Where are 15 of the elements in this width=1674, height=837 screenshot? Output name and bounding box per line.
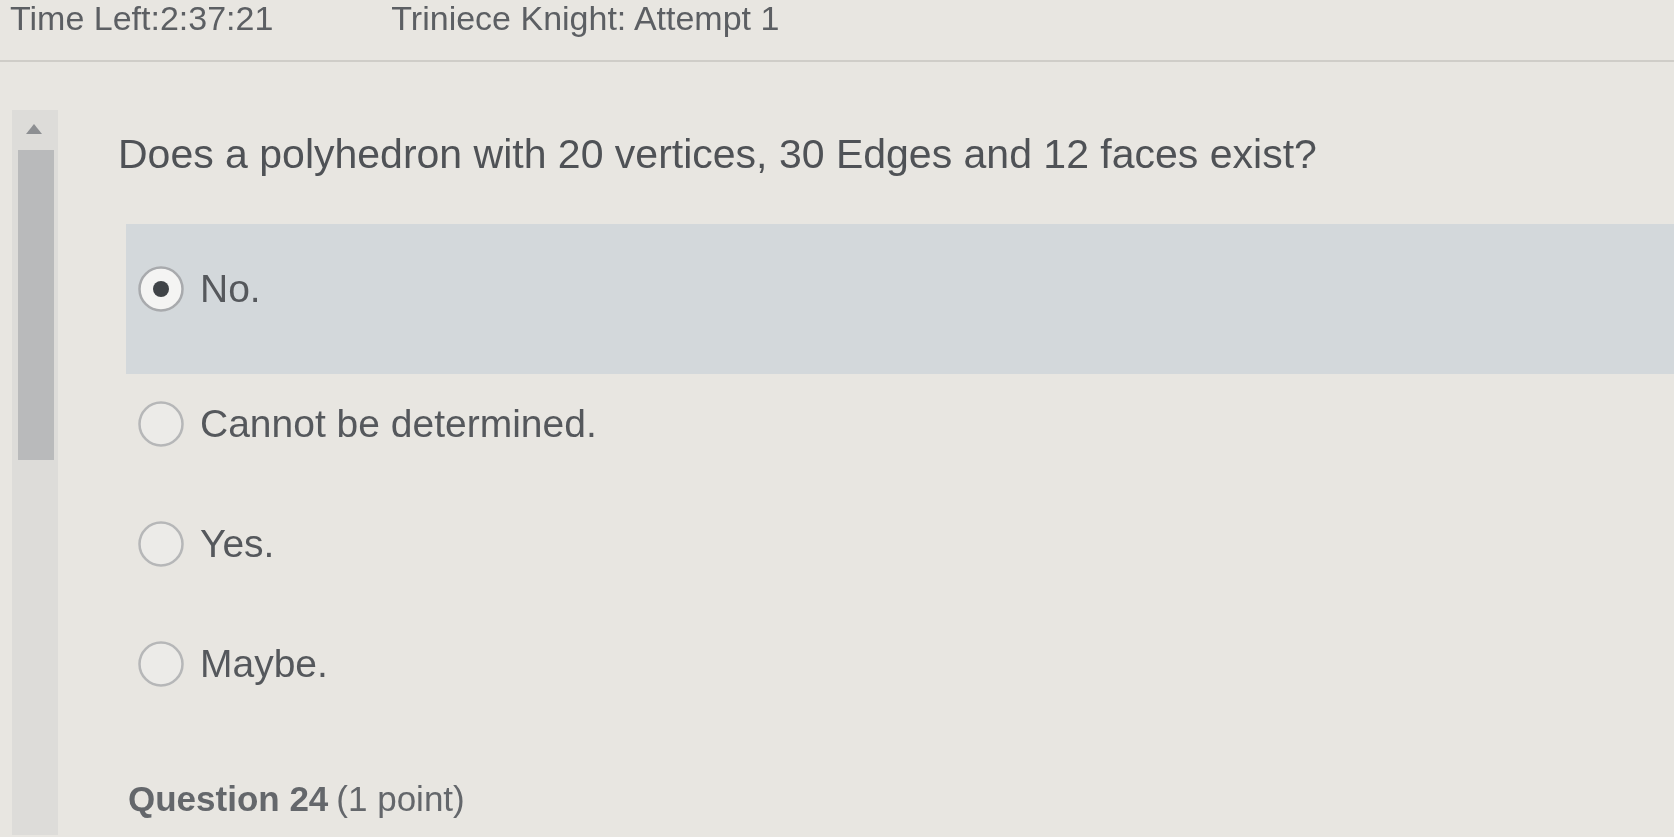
answer-option-label[interactable]: Yes. (200, 522, 275, 566)
scrollbar-thumb[interactable] (18, 150, 54, 460)
question-heading: Question 24 (128, 780, 329, 818)
scroll-up-arrow-icon[interactable] (26, 124, 42, 134)
radio-button[interactable] (138, 266, 184, 312)
question-text: Does a polyhedron with 20 vertices, 30 Edges and 12 faces exist? (118, 130, 1318, 178)
radio-button[interactable] (138, 521, 184, 567)
radio-button[interactable] (138, 401, 184, 447)
answer-option-label[interactable]: Maybe. (200, 642, 328, 686)
time-left-text: Time Left:2:37:21 (10, 0, 274, 36)
points-text: (1 point) (336, 780, 465, 818)
radio-button[interactable] (138, 641, 184, 687)
attempt-title: Triniece Knight: Attempt 1 (391, 0, 780, 36)
answer-option-label[interactable]: No. (200, 267, 261, 311)
answer-option-label[interactable]: Cannot be determined. (200, 402, 597, 446)
